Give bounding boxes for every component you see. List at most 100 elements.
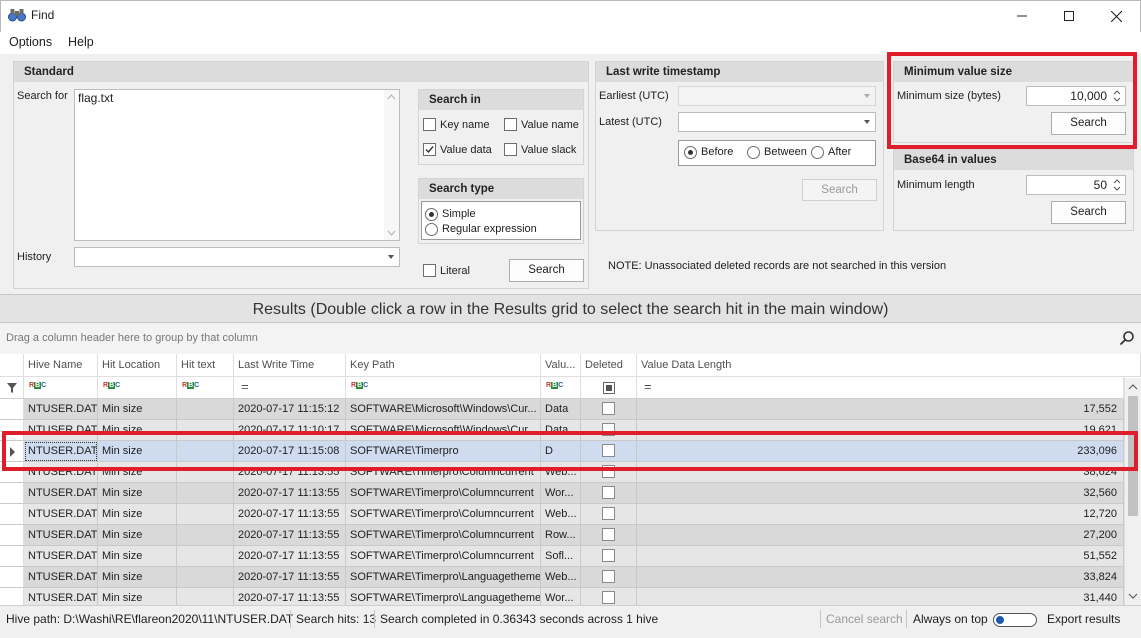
cell-hit-location: Min size: [98, 567, 177, 588]
row-indicator: [0, 588, 24, 605]
literal-checkbox[interactable]: [423, 264, 436, 277]
table-row[interactable]: NTUSER.DAT Min size 2020-07-17 11:13:55 SOF…: [0, 588, 1125, 605]
scroll-down-icon[interactable]: [1125, 590, 1141, 602]
title-bar: [0, 0, 1141, 32]
min-length-label: Minimum length: [897, 179, 975, 191]
table-row[interactable]: NTUSER.DAT Min size 2020-07-17 11:15:12 SOF…: [0, 399, 1125, 420]
earliest-label: Earliest (UTC): [599, 90, 669, 102]
cell-hit-text: [177, 588, 234, 605]
before-radio[interactable]: [684, 146, 697, 159]
search-icon[interactable]: [1119, 330, 1135, 346]
maximize-button[interactable]: [1046, 0, 1092, 32]
cell-last-write-time: 2020-07-17 11:13:55: [234, 546, 346, 567]
results-grid[interactable]: Hive Name Hit Location Hit text Last Wri…: [0, 354, 1141, 605]
standard-search-button[interactable]: Search: [509, 259, 584, 282]
cell-hit-location: Min size: [98, 483, 177, 504]
cell-deleted: [581, 483, 637, 504]
close-button[interactable]: [1093, 0, 1139, 32]
table-row[interactable]: NTUSER.DAT Min size 2020-07-17 11:13:55 SOF…: [0, 483, 1125, 504]
search-for-value: flag.txt: [78, 91, 114, 105]
column-header-last-write-time[interactable]: Last Write Time: [234, 354, 346, 377]
always-on-top-toggle[interactable]: [993, 613, 1037, 627]
between-radio[interactable]: [747, 146, 760, 159]
indeterminate-checkbox[interactable]: [603, 382, 615, 394]
value-name-checkbox[interactable]: [504, 118, 517, 131]
regex-radio[interactable]: [425, 223, 438, 236]
latest-date-input[interactable]: [678, 112, 876, 132]
history-label: History: [17, 251, 52, 263]
latest-label: Latest (UTC): [599, 116, 662, 128]
menu-help[interactable]: Help: [68, 35, 94, 49]
cell-hit-location: Min size: [98, 525, 177, 546]
filter-last-write-time[interactable]: =: [234, 377, 346, 399]
filter-hive-name[interactable]: RBC: [24, 377, 98, 399]
column-header-value-data-length[interactable]: Value Data Length: [637, 354, 1141, 377]
search-type-header: Search type: [419, 179, 583, 199]
status-bar: Hive path: D:\Washi\RE\flareon2020\11\NT…: [0, 605, 1141, 632]
search-for-textarea[interactable]: flag.txt: [74, 89, 400, 241]
cell-deleted: [581, 504, 637, 525]
column-header-hit-location[interactable]: Hit Location: [98, 354, 177, 377]
column-header-hit-text[interactable]: Hit text: [177, 354, 234, 377]
search-completed-status: Search completed in 0.36343 seconds acro…: [380, 612, 659, 626]
cell-key-path: SOFTWARE\Timerpro\Columncurrent: [346, 525, 541, 546]
results-scrollbar[interactable]: [1124, 378, 1141, 605]
regex-label: Regular expression: [442, 223, 537, 235]
filter-hit-text[interactable]: RBC: [177, 377, 234, 399]
column-header-value[interactable]: Valu...: [541, 354, 581, 377]
after-radio[interactable]: [811, 146, 824, 159]
cancel-search-button[interactable]: Cancel search: [826, 612, 903, 626]
scroll-up-icon: [387, 94, 396, 100]
cell-value-data-length: 33,824: [637, 567, 1124, 588]
close-icon: [1110, 10, 1122, 22]
row-indicator: [0, 567, 24, 588]
minimize-button[interactable]: [999, 0, 1045, 32]
filter-hit-location[interactable]: RBC: [98, 377, 177, 399]
filter-key-path[interactable]: RBC: [346, 377, 541, 399]
table-row[interactable]: NTUSER.DAT Min size 2020-07-17 11:13:55 SOF…: [0, 525, 1125, 546]
deleted-checkbox[interactable]: [602, 591, 615, 604]
last-write-search-button[interactable]: Search: [802, 179, 877, 201]
text-filter-icon: RBC: [351, 382, 369, 389]
deleted-checkbox[interactable]: [602, 549, 615, 562]
value-slack-checkbox[interactable]: [504, 143, 517, 156]
column-header-deleted[interactable]: Deleted: [581, 354, 637, 377]
toggle-knob: [996, 616, 1004, 624]
history-dropdown[interactable]: [74, 247, 400, 267]
cell-value-data-length: 27,200: [637, 525, 1124, 546]
earliest-date-input[interactable]: [678, 86, 876, 106]
simple-label: Simple: [442, 208, 476, 220]
simple-radio[interactable]: [425, 208, 438, 221]
filter-value[interactable]: RBC: [541, 377, 581, 399]
header-corner: [0, 354, 24, 377]
column-header-key-path[interactable]: Key Path: [346, 354, 541, 377]
menu-options[interactable]: Options: [9, 35, 52, 49]
table-row[interactable]: NTUSER.DAT Min size 2020-07-17 11:13:55 SOF…: [0, 546, 1125, 567]
export-results-button[interactable]: Export results: [1047, 612, 1120, 626]
cell-hit-location: Min size: [98, 399, 177, 420]
deleted-checkbox[interactable]: [602, 570, 615, 583]
deleted-checkbox[interactable]: [602, 402, 615, 415]
cell-hit-text: [177, 399, 234, 420]
equals-filter-icon: =: [644, 379, 652, 394]
deleted-checkbox[interactable]: [602, 486, 615, 499]
row-indicator: [0, 399, 24, 420]
min-length-spinbox[interactable]: 50: [1026, 175, 1126, 195]
cell-value-data-length: 32,560: [637, 483, 1124, 504]
spinner-arrows-icon: [1113, 179, 1121, 191]
value-data-checkbox[interactable]: [423, 143, 436, 156]
cell-last-write-time: 2020-07-17 11:13:55: [234, 504, 346, 525]
cell-value-data-length: 17,552: [637, 399, 1124, 420]
scroll-up-icon[interactable]: [1125, 381, 1141, 393]
filter-deleted[interactable]: [581, 377, 637, 399]
group-panel[interactable]: Drag a column header here to group by th…: [0, 324, 1141, 354]
column-header-hive-name[interactable]: Hive Name: [24, 354, 98, 377]
textarea-scrollbar[interactable]: [384, 90, 399, 240]
deleted-checkbox[interactable]: [602, 507, 615, 520]
table-row[interactable]: NTUSER.DAT Min size 2020-07-17 11:13:55 SOF…: [0, 567, 1125, 588]
base64-search-button[interactable]: Search: [1051, 201, 1126, 224]
table-row[interactable]: NTUSER.DAT Min size 2020-07-17 11:13:55 SOF…: [0, 504, 1125, 525]
key-name-checkbox[interactable]: [423, 118, 436, 131]
deleted-checkbox[interactable]: [602, 528, 615, 541]
filter-value-data-length[interactable]: =: [637, 377, 1124, 399]
